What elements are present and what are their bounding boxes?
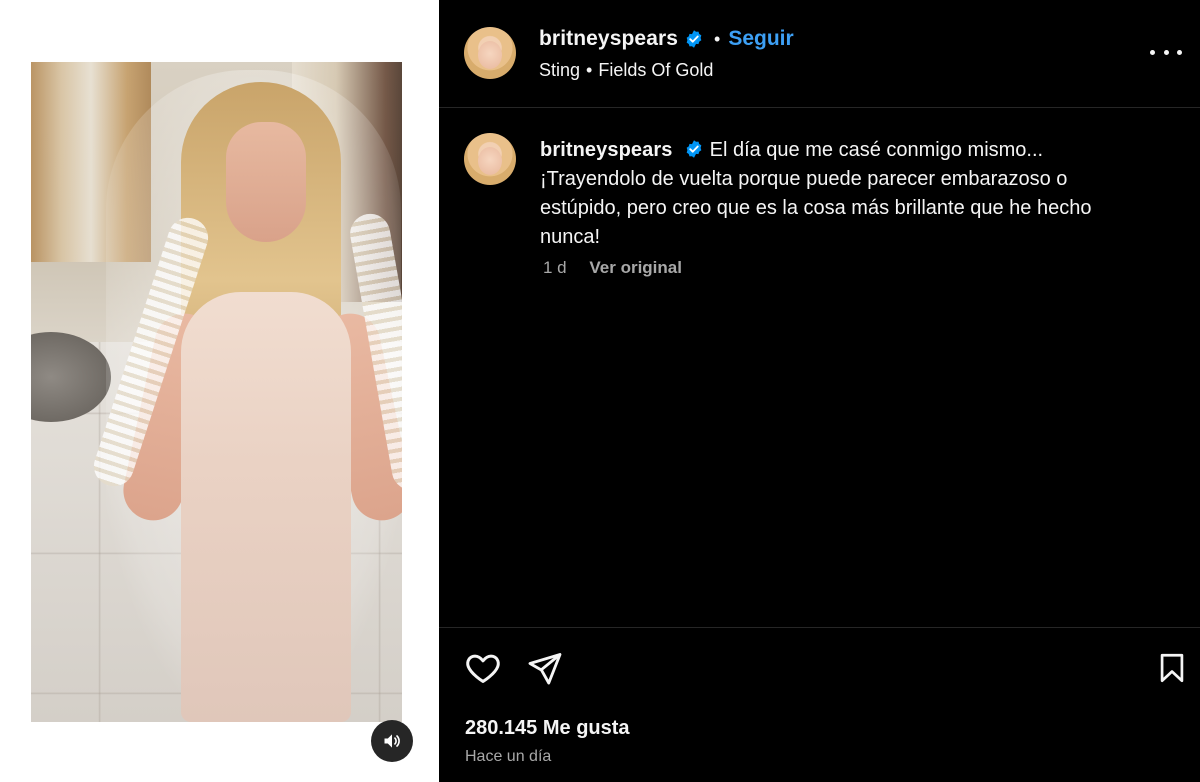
see-original-button[interactable]: Ver original xyxy=(589,258,682,277)
post-video[interactable] xyxy=(31,62,402,722)
like-button[interactable] xyxy=(463,648,503,688)
video-figure-face xyxy=(226,122,306,242)
post-sidebar: britneyspears • Seguir Sting • Fields Of G… xyxy=(439,0,1200,782)
heart-icon xyxy=(466,654,500,683)
header-user-row: britneyspears • Seguir xyxy=(539,27,794,51)
share-button[interactable] xyxy=(525,648,565,688)
separator-dot: • xyxy=(586,60,593,80)
media-pane xyxy=(0,0,439,782)
more-options-button[interactable] xyxy=(1150,40,1182,64)
verified-badge-icon xyxy=(686,30,702,48)
more-options-icon xyxy=(1177,49,1182,55)
caption-username-link[interactable]: britneyspears xyxy=(540,139,672,161)
audio-toggle-button[interactable] xyxy=(371,720,413,762)
speaker-icon xyxy=(384,734,400,748)
audio-attribution[interactable]: Sting • Fields Of Gold xyxy=(539,60,713,81)
follow-button[interactable]: Seguir xyxy=(728,27,793,51)
more-options-icon xyxy=(1163,49,1169,55)
caption-age[interactable]: 1 d xyxy=(543,258,567,277)
save-button[interactable] xyxy=(1152,648,1192,688)
audio-artist[interactable]: Sting xyxy=(539,60,580,80)
post-header: britneyspears • Seguir Sting • Fields Of G… xyxy=(439,0,1200,108)
caption-body: britneyspears El día que me casé conmigo… xyxy=(540,136,1140,252)
video-figure-dress xyxy=(181,292,351,722)
username-link[interactable]: britneyspears xyxy=(539,27,678,51)
post-timestamp[interactable]: Hace un día xyxy=(465,748,551,766)
likes-count[interactable]: 280.145 Me gusta xyxy=(465,717,630,740)
paper-plane-icon xyxy=(528,653,562,685)
avatar[interactable] xyxy=(464,27,516,79)
verified-badge-icon xyxy=(686,140,702,158)
caption-meta: 1 d Ver original xyxy=(543,258,682,278)
bookmark-icon xyxy=(1160,653,1184,683)
avatar[interactable] xyxy=(464,133,516,185)
more-options-icon xyxy=(1150,49,1155,55)
actions-bar: 280.145 Me gusta Hace un día xyxy=(439,627,1200,782)
audio-song[interactable]: Fields Of Gold xyxy=(598,60,713,80)
separator-dot: • xyxy=(714,28,721,49)
